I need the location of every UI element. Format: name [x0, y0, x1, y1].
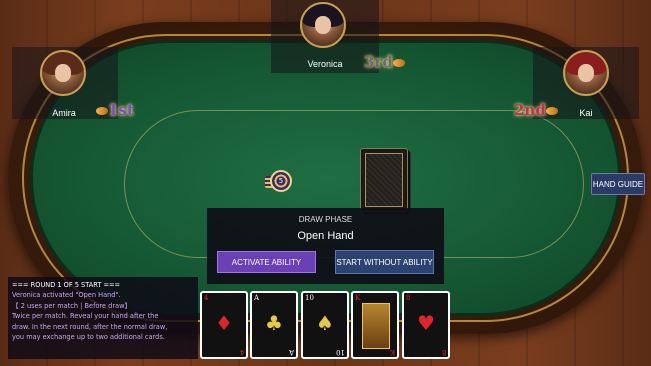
- hand-guide-button[interactable]: HAND GUIDE: [591, 173, 645, 195]
- hand-card-5[interactable]: 8 ♥ 8: [402, 291, 450, 359]
- club-icon: ♣: [265, 311, 283, 335]
- phase-title: DRAW PHASE: [298, 215, 353, 224]
- avatar-amira[interactable]: [40, 50, 86, 96]
- place-text-left: 1st: [108, 101, 134, 119]
- place-badge-top: 3rd: [364, 53, 405, 71]
- card-rank: A: [254, 294, 260, 302]
- event-log: === ROUND 1 OF 5 START === Veronica acti…: [8, 277, 198, 359]
- place-text-right: 2nd: [514, 101, 546, 119]
- card-rank-bottom: 4: [239, 348, 244, 356]
- card-rank: 10: [305, 294, 314, 302]
- start-without-ability-button[interactable]: START WITHOUT ABILITY: [335, 250, 434, 274]
- player-name-top: Veronica: [307, 59, 343, 69]
- hand-card-1[interactable]: 4 ♦ 4: [200, 291, 248, 359]
- chip-value: 5: [278, 177, 284, 185]
- player-name-left: Amira: [52, 108, 76, 118]
- draw-phase-panel: DRAW PHASE Open Hand ACTIVATE ABILITY ST…: [207, 208, 444, 284]
- heart-icon: ♥: [417, 311, 435, 335]
- log-line: === ROUND 1 OF 5 START ===: [12, 281, 121, 289]
- card-back-pattern: [365, 153, 403, 207]
- log-line: you may exchange up to two additional ca…: [12, 333, 165, 342]
- avatar-veronica[interactable]: [300, 2, 346, 48]
- hand-card-2[interactable]: A ♣ A: [250, 291, 298, 359]
- log-line: 【 2 uses per match | Before draw】: [12, 301, 132, 310]
- avatar-face: [314, 15, 332, 35]
- card-rank: 4: [204, 294, 209, 302]
- card-rank-bottom: 10: [336, 348, 345, 356]
- wing-icon: [96, 107, 108, 115]
- log-line: draw. In the next round, after the norma…: [12, 322, 168, 331]
- place-text-top: 3rd: [364, 53, 393, 71]
- avatar-face: [54, 63, 72, 83]
- wing-icon: [392, 59, 405, 67]
- wing-icon: [545, 107, 558, 115]
- diamond-icon: ♦: [215, 311, 233, 335]
- card-rank-bottom: K: [389, 348, 395, 356]
- place-badge-left: 1st: [96, 101, 134, 119]
- pot-chip: 5: [270, 170, 292, 192]
- player-name-right: Kai: [579, 108, 593, 118]
- card-rank-bottom: 8: [441, 348, 446, 356]
- phase-subtitle: Open Hand: [297, 230, 354, 242]
- hand-card-4[interactable]: K K: [351, 291, 399, 359]
- avatar-face: [577, 63, 595, 83]
- draw-deck: [360, 148, 408, 212]
- card-rank: 8: [406, 294, 411, 302]
- spade-icon: ♠: [316, 311, 334, 335]
- card-rank-bottom: A: [288, 348, 294, 356]
- hand-card-3[interactable]: 10 ♠ 10: [301, 291, 349, 359]
- card-rank: K: [355, 294, 361, 302]
- activate-ability-button[interactable]: ACTIVATE ABILITY: [217, 251, 316, 273]
- king-face-art: [362, 303, 390, 349]
- avatar-kai[interactable]: [563, 50, 609, 96]
- place-badge-right: 2nd: [514, 101, 558, 119]
- log-line: Twice per match. Reveal your hand after …: [12, 312, 159, 321]
- log-line: Veronica activated "Open Hand".: [12, 291, 121, 300]
